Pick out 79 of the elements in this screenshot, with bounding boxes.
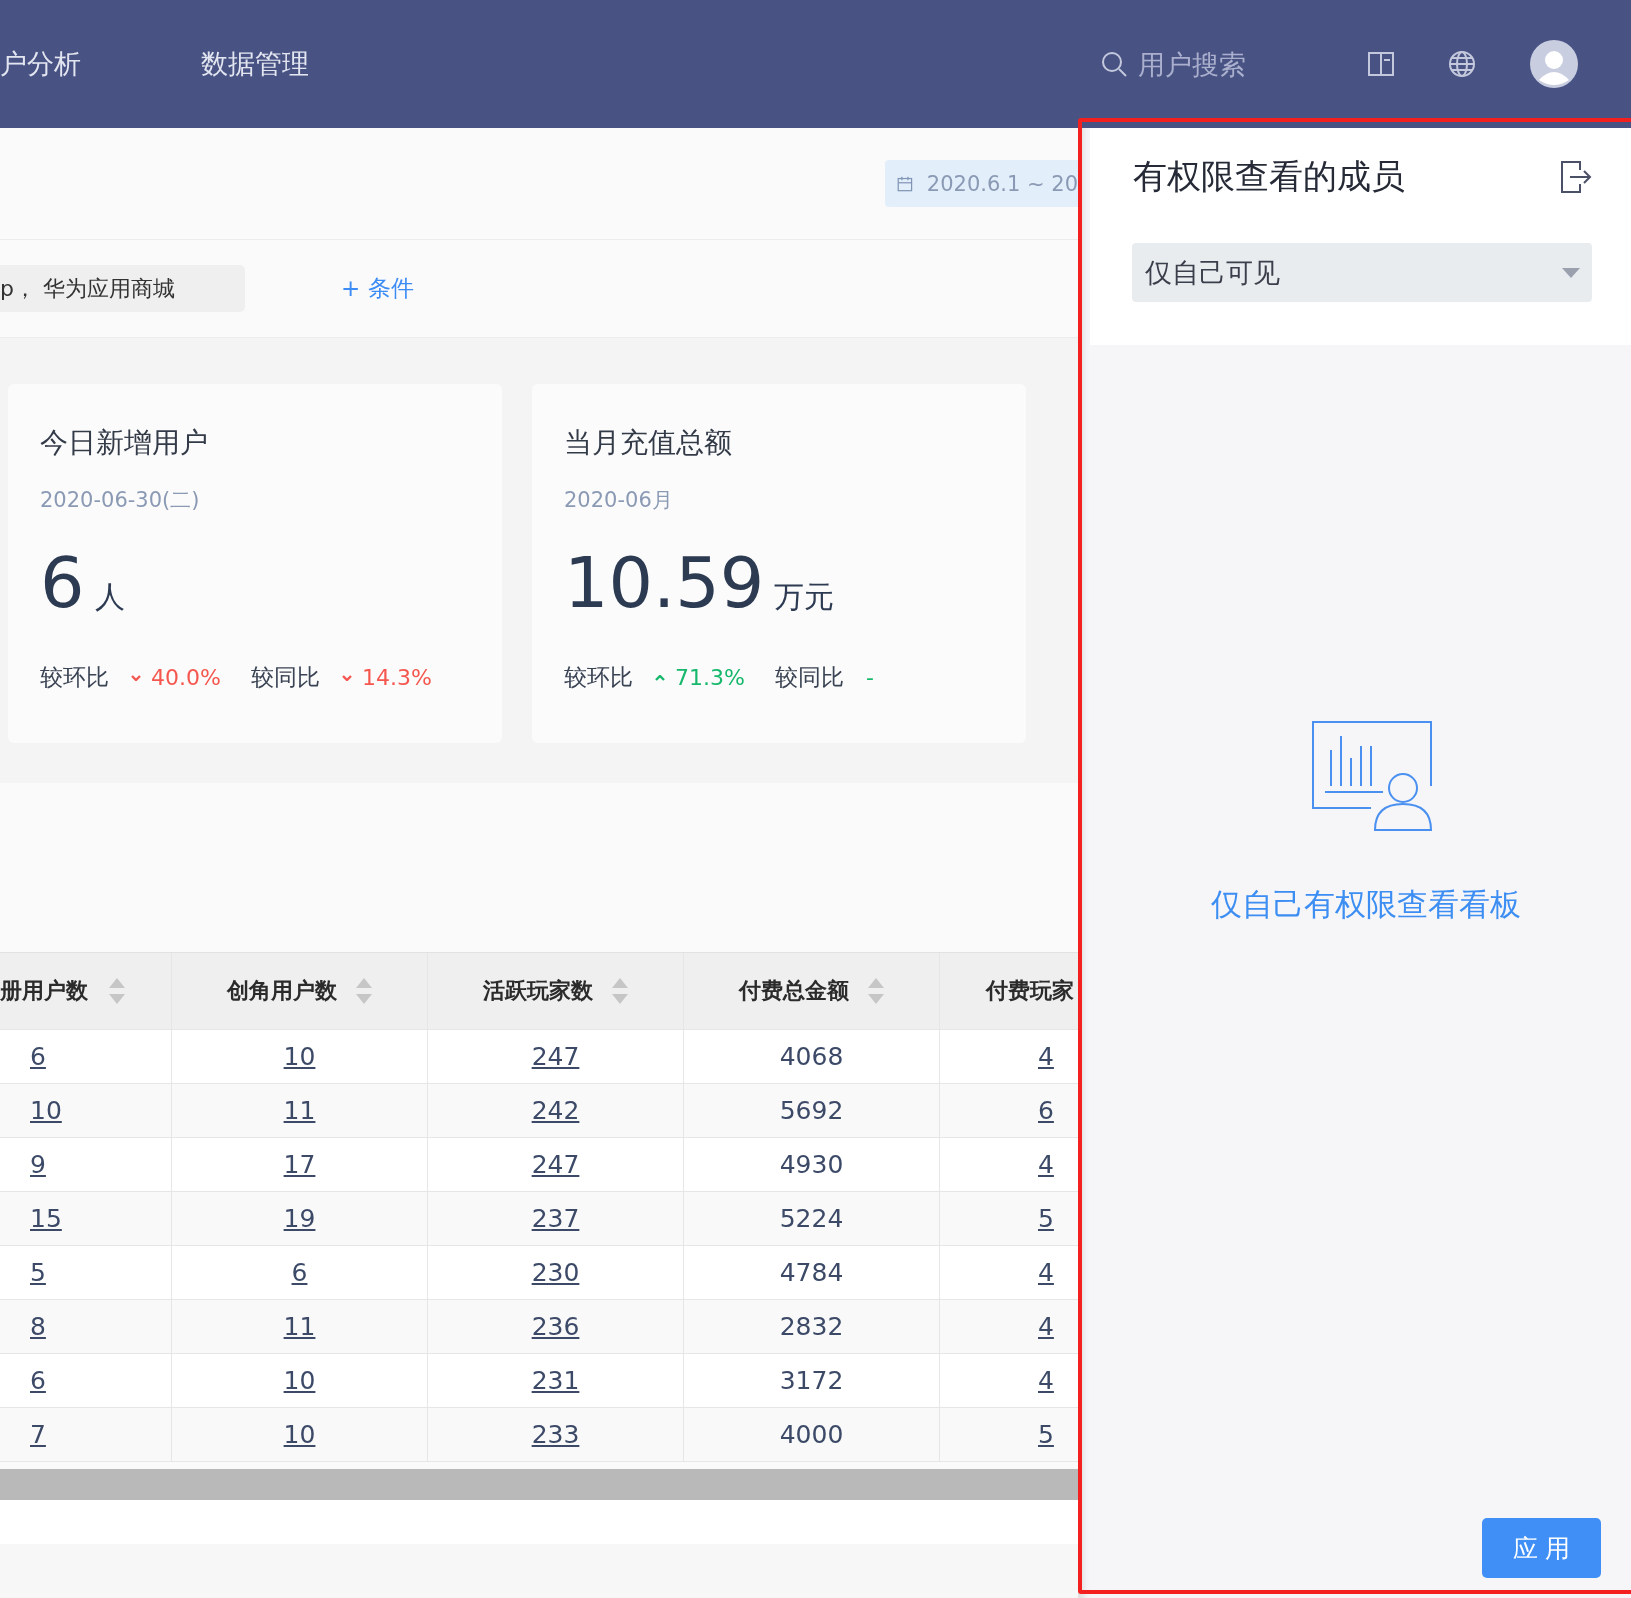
cell-link[interactable]: 237	[531, 1204, 580, 1233]
comparison-value: -	[865, 665, 874, 690]
cell-link[interactable]: 15	[30, 1204, 62, 1233]
panel-title: 有权限查看的成员	[1133, 155, 1405, 198]
search-icon	[1100, 50, 1128, 78]
cell-link[interactable]: 9	[30, 1150, 46, 1179]
comparison-value: 40.0%	[151, 665, 221, 690]
cell-link[interactable]: 6	[30, 1042, 46, 1071]
cell-link[interactable]: 4	[1038, 1258, 1054, 1287]
column-header[interactable]: 付费总金额	[684, 953, 940, 1029]
sort-icon[interactable]	[354, 976, 373, 1006]
comparison-value: 14.3%	[361, 665, 432, 690]
empty-message: 仅自己有权限查看看板	[1211, 885, 1521, 924]
table-cell: 5224	[779, 1204, 844, 1233]
cell-link[interactable]: 247	[531, 1042, 580, 1071]
cell-link[interactable]: 4	[1038, 1042, 1054, 1071]
cell-link[interactable]: 10	[283, 1366, 316, 1395]
filter-field[interactable]: p， 华为应用商城	[0, 265, 245, 312]
cell-link[interactable]: 230	[531, 1258, 580, 1287]
cell-link[interactable]: 10	[283, 1042, 316, 1071]
stat-unit: 人	[94, 578, 125, 616]
stat-value: 6	[40, 542, 85, 624]
cell-link[interactable]: 17	[283, 1150, 316, 1179]
cell-link[interactable]: 10	[30, 1096, 62, 1125]
nav-item[interactable]: 数据管理	[201, 46, 309, 82]
table-cell: 3172	[779, 1366, 844, 1395]
cell-link[interactable]: 236	[531, 1312, 580, 1341]
comparison-label: 较环比	[40, 663, 109, 692]
globe-icon[interactable]	[1448, 50, 1476, 78]
cell-link[interactable]: 11	[283, 1096, 316, 1125]
caret-icon	[1562, 267, 1580, 278]
sidebar-panel-icon[interactable]	[1368, 52, 1394, 76]
comparison-label: 较同比	[774, 663, 844, 692]
comparison-value: 71.3%	[675, 665, 745, 690]
stat-unit: 万元	[774, 578, 835, 616]
cell-link[interactable]: 7	[30, 1420, 46, 1449]
cell-link[interactable]: 233	[531, 1420, 580, 1449]
column-header[interactable]: 册用户数	[0, 953, 172, 1029]
cell-link[interactable]: 4	[1038, 1150, 1054, 1179]
sort-icon[interactable]	[108, 976, 126, 1006]
avatar-icon[interactable]	[1530, 40, 1578, 88]
exit-icon[interactable]	[1560, 160, 1592, 194]
visibility-select[interactable]: 仅自己可见	[1132, 243, 1592, 302]
card-date: 2020-06月	[564, 487, 674, 514]
table-cell: 4930	[779, 1150, 844, 1179]
card-title: 今日新增用户	[40, 425, 209, 461]
cell-link[interactable]: 19	[283, 1204, 316, 1233]
cell-link[interactable]: 6	[1038, 1096, 1054, 1125]
cell-link[interactable]: 4	[1038, 1366, 1054, 1395]
horizontal-scrollbar[interactable]	[0, 1469, 1078, 1500]
table-cell: 5692	[779, 1096, 844, 1125]
cell-link[interactable]: 231	[531, 1366, 580, 1395]
comparison-label: 较同比	[250, 663, 320, 692]
table-cell: 4784	[779, 1258, 844, 1287]
cell-link[interactable]: 5	[1038, 1204, 1054, 1233]
card-date: 2020-06-30(二)	[40, 487, 201, 514]
cell-link[interactable]: 10	[283, 1420, 316, 1449]
column-header[interactable]: 创角用户数	[172, 953, 428, 1029]
sort-icon[interactable]	[610, 976, 629, 1006]
cell-link[interactable]: 247	[531, 1150, 580, 1179]
column-header[interactable]: 活跃玩家数	[428, 953, 684, 1029]
cell-link[interactable]: 6	[291, 1258, 308, 1287]
sort-icon[interactable]	[866, 976, 885, 1006]
table-cell: 4000	[779, 1420, 844, 1449]
cell-link[interactable]: 5	[1038, 1420, 1054, 1449]
card-title: 当月充值总额	[564, 425, 733, 461]
cell-link[interactable]: 242	[531, 1096, 580, 1125]
table-cell: 4068	[779, 1042, 844, 1071]
cell-link[interactable]: 4	[1038, 1312, 1054, 1341]
cell-link[interactable]: 6	[30, 1366, 46, 1395]
nav-item[interactable]: 户分析	[0, 46, 81, 82]
column-header[interactable]: 付费玩家	[940, 953, 1078, 1029]
cell-link[interactable]: 8	[30, 1312, 46, 1341]
comparison-label: 较环比	[564, 663, 633, 692]
stat-value: 10.59	[564, 542, 765, 624]
cell-link[interactable]: 11	[283, 1312, 316, 1341]
table-cell: 2832	[779, 1312, 844, 1341]
cell-link[interactable]: 5	[30, 1258, 46, 1287]
search-field[interactable]: 用户搜索	[1100, 48, 1268, 80]
